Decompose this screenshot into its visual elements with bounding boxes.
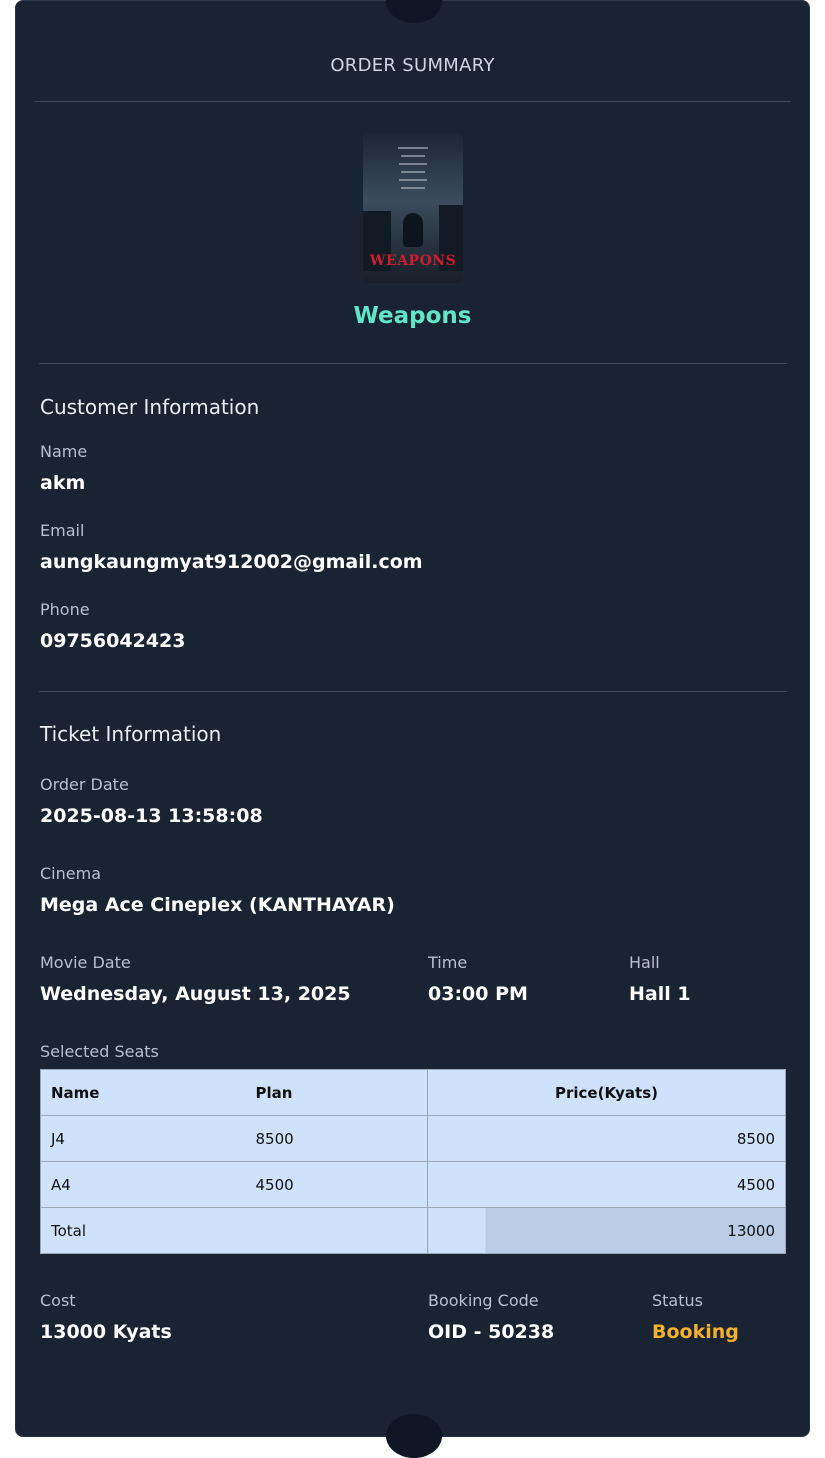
status-label: Status bbox=[652, 1291, 703, 1310]
hall-value: Hall 1 bbox=[629, 983, 691, 1005]
table-total-row: Total 13000 bbox=[40, 1207, 786, 1254]
divider bbox=[35, 101, 791, 102]
total-label: Total bbox=[40, 1207, 246, 1254]
customer-info-heading: Customer Information bbox=[40, 395, 260, 419]
seats-table: Name Plan Price(Kyats) J4 8500 8500 A4 4… bbox=[40, 1069, 786, 1254]
seat-plan: 4500 bbox=[245, 1161, 428, 1208]
email-value: aungkaungmyat912002@gmail.com bbox=[40, 551, 423, 573]
table-row: A4 4500 4500 bbox=[40, 1161, 786, 1208]
ticket-notch-top bbox=[386, 0, 442, 23]
ticket-notch-bottom bbox=[386, 1414, 442, 1458]
column-header-plan: Plan bbox=[245, 1069, 428, 1116]
cinema-value: Mega Ace Cineplex (KANTHAYAR) bbox=[40, 894, 395, 916]
column-header-price: Price(Kyats) bbox=[427, 1069, 786, 1116]
selected-seats-label: Selected Seats bbox=[40, 1042, 159, 1061]
movie-date-label: Movie Date bbox=[40, 953, 131, 972]
seat-name: J4 bbox=[40, 1115, 246, 1162]
divider bbox=[39, 691, 787, 692]
seat-plan: 8500 bbox=[245, 1115, 428, 1162]
time-value: 03:00 PM bbox=[428, 983, 528, 1005]
cost-value: 13000 Kyats bbox=[40, 1321, 172, 1343]
cinema-label: Cinema bbox=[40, 864, 101, 883]
phone-value: 09756042423 bbox=[40, 630, 186, 652]
movie-date-value: Wednesday, August 13, 2025 bbox=[40, 983, 351, 1005]
seat-price: 4500 bbox=[427, 1161, 786, 1208]
name-label: Name bbox=[40, 442, 88, 461]
hall-label: Hall bbox=[629, 953, 660, 972]
status-badge: Booking bbox=[652, 1321, 739, 1343]
booking-code-value: OID - 50238 bbox=[428, 1321, 555, 1343]
name-value: akm bbox=[40, 472, 86, 494]
movie-poster: WEAPONS bbox=[363, 133, 463, 283]
order-date-label: Order Date bbox=[40, 775, 129, 794]
order-summary-card: ORDER SUMMARY WEAPONS Weapons Customer I… bbox=[15, 0, 810, 1458]
order-date-value: 2025-08-13 13:58:08 bbox=[40, 805, 263, 827]
email-label: Email bbox=[40, 521, 85, 540]
table-row: J4 8500 8500 bbox=[40, 1115, 786, 1162]
page-title: ORDER SUMMARY bbox=[330, 55, 495, 76]
time-label: Time bbox=[428, 953, 468, 972]
total-value: 13000 bbox=[427, 1207, 786, 1254]
seat-name: A4 bbox=[40, 1161, 246, 1208]
phone-label: Phone bbox=[40, 600, 90, 619]
booking-code-label: Booking Code bbox=[428, 1291, 539, 1310]
ticket-info-heading: Ticket Information bbox=[40, 722, 222, 746]
movie-title: Weapons bbox=[353, 303, 472, 329]
poster-figure bbox=[403, 213, 423, 247]
seat-price: 8500 bbox=[427, 1115, 786, 1162]
column-header-name: Name bbox=[40, 1069, 246, 1116]
divider bbox=[39, 363, 787, 364]
poster-title: WEAPONS bbox=[369, 253, 457, 269]
cost-label: Cost bbox=[40, 1291, 76, 1310]
table-header-row: Name Plan Price(Kyats) bbox=[40, 1069, 786, 1116]
